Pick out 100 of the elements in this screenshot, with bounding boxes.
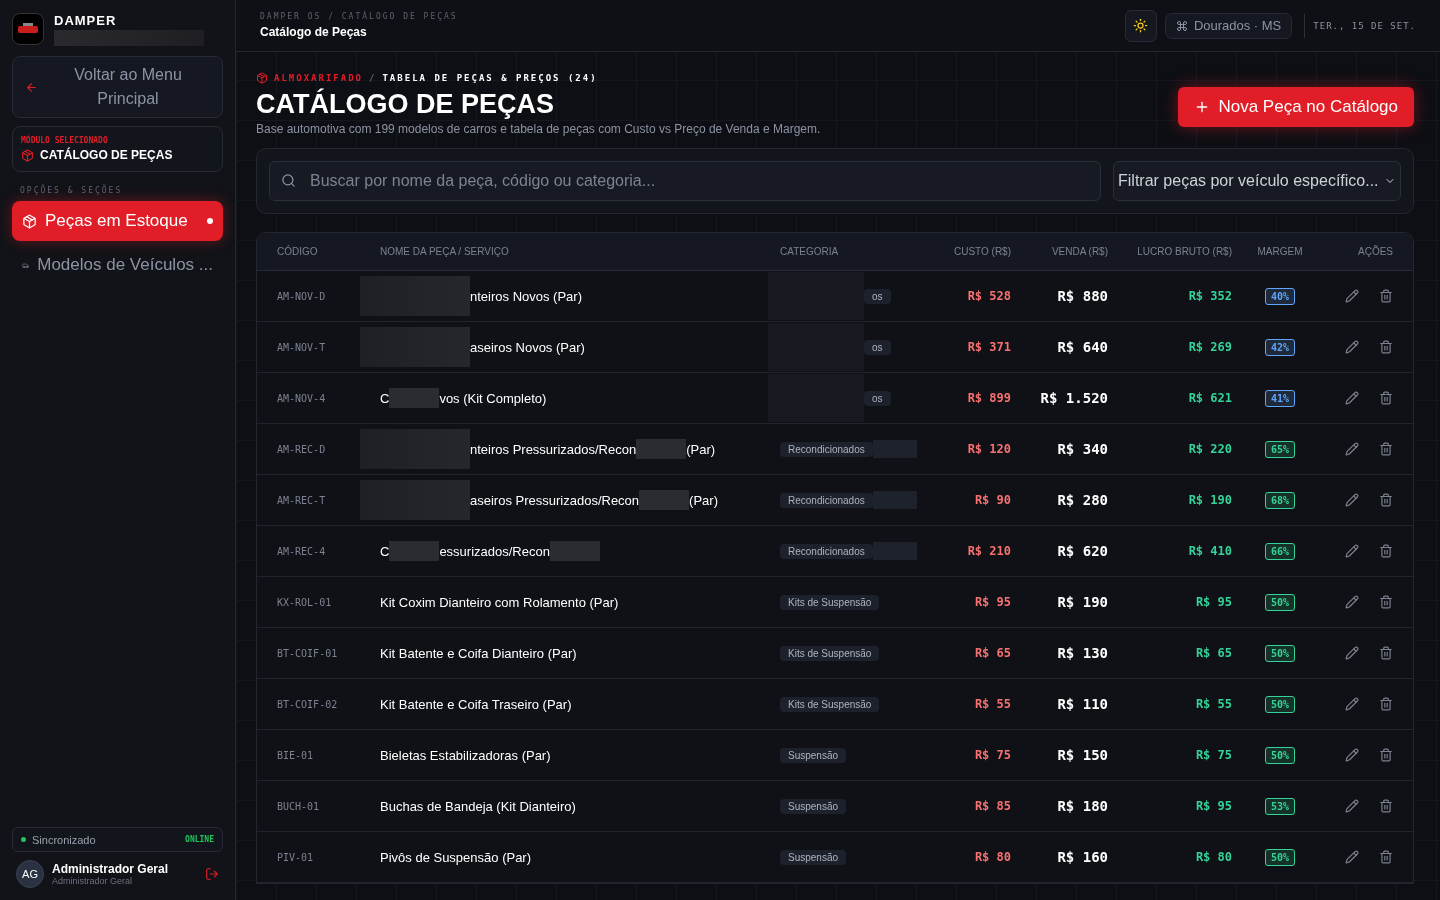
price-cell-text: R$ 880 <box>1056 288 1108 304</box>
delete-button[interactable] <box>1379 697 1393 711</box>
cost-cell-text: R$ 120 <box>966 442 1011 456</box>
category-tag: os <box>864 288 891 304</box>
category-tag: Recondicionados <box>780 543 873 559</box>
column-header: CUSTO (R$) <box>952 246 1011 257</box>
price-cell-text: R$ 340 <box>1056 441 1108 457</box>
crumb-separator: / <box>369 73 377 83</box>
package-icon <box>21 148 34 162</box>
profit-cell-text: R$ 352 <box>1187 289 1232 303</box>
page-subtitle: Base automotiva com 199 modelos de carros e tabela de peças com Custo vs Preço de Venda e Margem. <box>256 122 822 136</box>
delete-button[interactable] <box>1379 493 1393 507</box>
part-name: (Par) <box>686 441 716 457</box>
crumb-page: TABELA DE PEÇAS & PREÇOS (24) <box>382 73 598 83</box>
profit-cell-text: R$ 55 <box>1194 697 1232 711</box>
cost-cell-text: R$ 75 <box>973 748 1011 762</box>
code-cell-text: AM-REC-D <box>277 443 327 455</box>
sun-icon <box>1133 18 1149 33</box>
margin-badge: 50% <box>1264 848 1296 866</box>
edit-button[interactable] <box>1345 493 1359 507</box>
code-cell-text: AM-NOV-4 <box>277 392 327 404</box>
part-name: Pivôs de Suspensão (Par) <box>380 849 532 865</box>
redaction-block <box>389 541 440 561</box>
column-header: MARGEM <box>1256 246 1304 257</box>
back-button[interactable]: Voltar ao Menu Principal <box>12 56 223 118</box>
part-name: Bieletas Estabilizadoras (Par) <box>380 747 551 763</box>
status-dot <box>21 837 26 842</box>
edit-button[interactable] <box>1345 442 1359 456</box>
edit-button[interactable] <box>1345 748 1359 762</box>
profit-cell-text: R$ 65 <box>1194 646 1232 660</box>
arrow-left-icon <box>25 80 38 94</box>
user-role: Administrador Geral <box>52 876 134 886</box>
category-tag: Recondicionados <box>780 441 873 457</box>
delete-button[interactable] <box>1379 340 1393 354</box>
delete-button[interactable] <box>1379 850 1393 864</box>
section-label: OPÇÕES & SEÇÕES <box>20 186 124 195</box>
profit-cell-text: R$ 621 <box>1187 391 1232 405</box>
delete-button[interactable] <box>1379 391 1393 405</box>
crumb-section[interactable]: ALMOXARIFADO <box>274 73 364 83</box>
cost-cell-text: R$ 55 <box>973 697 1011 711</box>
page-title: Catálogo de Peças <box>260 25 368 39</box>
delete-button[interactable] <box>1379 289 1393 303</box>
profit-cell-text: R$ 220 <box>1187 442 1232 456</box>
column-header: LUCRO BRUTO (R$) <box>1136 246 1232 257</box>
profit-cell-text: R$ 80 <box>1194 850 1232 864</box>
cost-cell-text: R$ 80 <box>973 850 1011 864</box>
part-name: (Par) <box>689 492 718 508</box>
page-heading: CATÁLOGO DE PEÇAS <box>256 87 555 121</box>
column-header: NOME DA PEÇA / SERVIÇO <box>380 246 510 257</box>
location-pill[interactable]: Dourados · MS <box>1164 12 1293 39</box>
redaction-block <box>639 490 690 510</box>
cost-cell-text: R$ 90 <box>973 493 1011 507</box>
delete-button[interactable] <box>1379 748 1393 762</box>
margin-badge: 50% <box>1264 746 1296 764</box>
category-tag: Kits de Suspensão <box>780 696 880 712</box>
margin-badge: 65% <box>1264 440 1296 458</box>
cost-cell-text: R$ 899 <box>966 391 1011 405</box>
part-name: Buchas de Bandeja (Kit Dianteiro) <box>380 798 576 814</box>
edit-button[interactable] <box>1345 544 1359 558</box>
theme-button[interactable] <box>1124 9 1157 42</box>
edit-button[interactable] <box>1345 391 1359 405</box>
code-cell-text: BUCH-01 <box>277 800 321 812</box>
logout-icon[interactable] <box>205 867 219 881</box>
delete-button[interactable] <box>1379 799 1393 813</box>
edit-button[interactable] <box>1345 340 1359 354</box>
vehicle-filter[interactable]: Filtrar peças por veículo específico... <box>1113 161 1401 201</box>
profit-cell-text: R$ 269 <box>1187 340 1232 354</box>
part-name: C <box>380 390 390 406</box>
edit-button[interactable] <box>1345 646 1359 660</box>
sidebar-item[interactable]: Peças em Estoque <box>12 201 223 241</box>
delete-button[interactable] <box>1379 544 1393 558</box>
delete-button[interactable] <box>1379 646 1393 660</box>
margin-badge: 50% <box>1264 695 1296 713</box>
edit-button[interactable] <box>1345 595 1359 609</box>
online-label: ONLINE <box>185 835 214 844</box>
part-name: nteiros Novos (Par) <box>470 288 582 304</box>
cost-cell-text: R$ 65 <box>973 646 1011 660</box>
part-name: vos (Kit Completo) <box>439 390 547 406</box>
edit-button[interactable] <box>1345 697 1359 711</box>
new-part-button[interactable]: Nova Peça no Catálogo <box>1178 87 1414 127</box>
search-field[interactable]: Buscar por nome da peça, código ou categoria... <box>269 161 1101 201</box>
module-label: MÓDULO SELECIONADO <box>21 136 109 145</box>
logo-icon <box>12 13 44 45</box>
edit-button[interactable] <box>1345 799 1359 813</box>
date-label: TER., 15 DE SET. <box>1313 20 1416 31</box>
part-name: C <box>380 543 390 559</box>
column-header: CÓDIGO <box>277 246 319 257</box>
delete-button[interactable] <box>1379 595 1393 609</box>
price-cell-text: R$ 150 <box>1056 747 1108 763</box>
category-tag: Suspensão <box>780 849 847 865</box>
sidebar-item[interactable]: Modelos de Veículos ... <box>12 245 223 285</box>
edit-button[interactable] <box>1345 289 1359 303</box>
part-name: Kit Batente e Coifa Traseiro (Par) <box>380 696 572 712</box>
price-cell-text: R$ 640 <box>1056 339 1108 355</box>
profit-cell-text: R$ 190 <box>1187 493 1232 507</box>
edit-button[interactable] <box>1345 850 1359 864</box>
category-tag: Kits de Suspensão <box>780 594 880 610</box>
cost-cell-text: R$ 210 <box>966 544 1011 558</box>
delete-button[interactable] <box>1379 442 1393 456</box>
part-name: nteiros Pressurizados/Recon <box>470 441 637 457</box>
